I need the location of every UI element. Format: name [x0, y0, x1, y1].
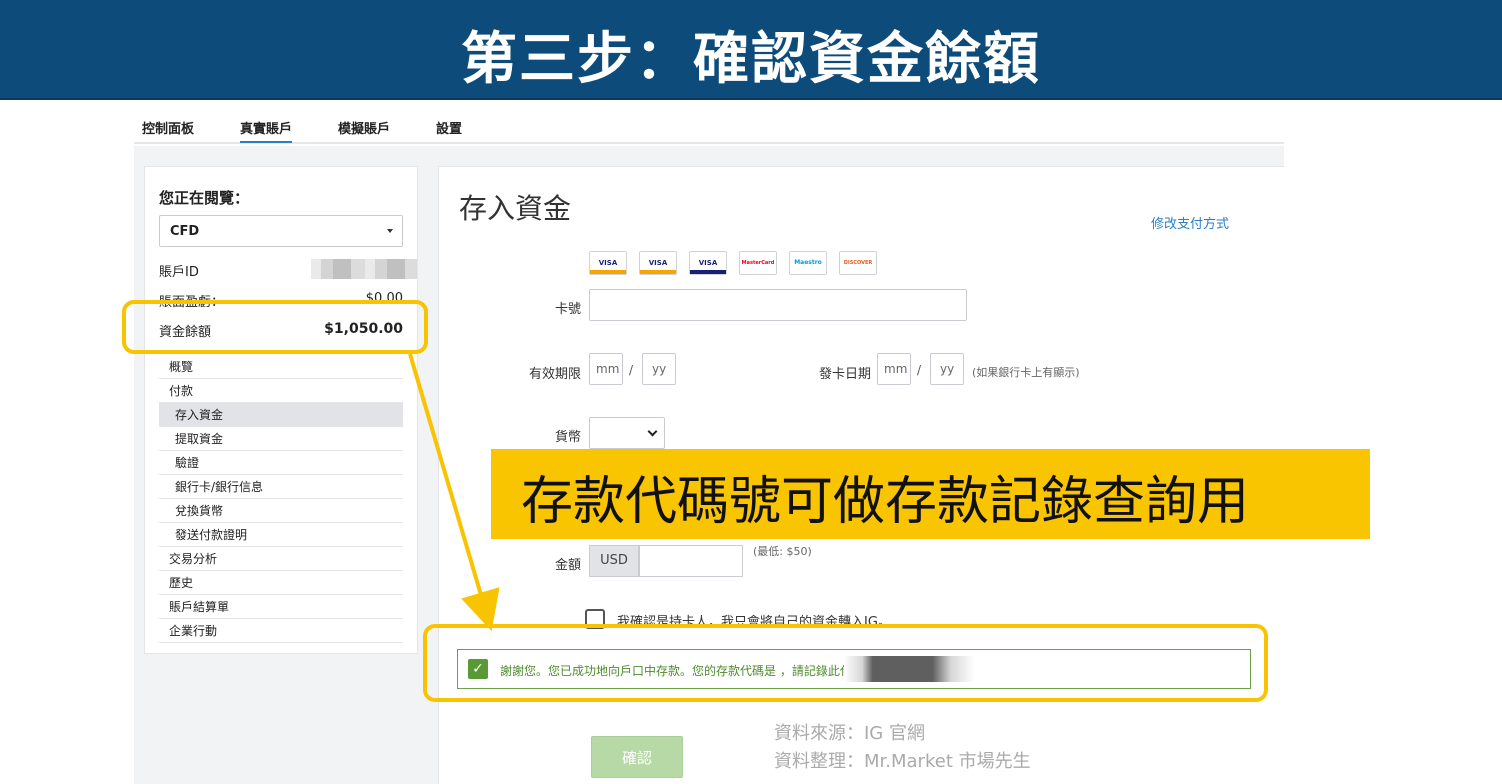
issue-year-placeholder: yy [940, 362, 955, 376]
expiry-month-placeholder: mm [596, 362, 620, 376]
tab-dashboard[interactable]: 控制面板 [142, 118, 194, 137]
sidebar-item-bank-cards[interactable]: 銀行卡/銀行信息 [159, 475, 403, 499]
account-sidebar: 您正在閱覽： CFD 賬戶ID 賬面盈虧： $0.00 資金餘額 $1,050.… [144, 166, 418, 654]
redacted-account-id [311, 259, 417, 279]
sidebar-item-deposit[interactable]: 存入資金 [159, 403, 403, 427]
mastercard-icon: MasterCard [739, 251, 777, 275]
header-banner: 第三步：確認資金餘額 [0, 0, 1502, 100]
top-navigation: 控制面板 真實賬戶 模擬賬戶 設置 [134, 108, 1284, 144]
visa-card-icon: VISA [639, 251, 677, 275]
source-line-1: 資料來源：IG 官網 [774, 723, 925, 744]
sidebar-item-exchange[interactable]: 兌換貨幣 [159, 499, 403, 523]
source-credit: 資料來源：IG 官網 資料整理：Mr.Market 市場先生 [774, 720, 1031, 776]
source-line-2: 資料整理：Mr.Market 市場先生 [774, 751, 1031, 772]
issue-date-hint: (如果銀行卡上有顯示) [972, 366, 1080, 379]
visa-card-icon: VISA [589, 251, 627, 275]
callout-text: 存款代碼號可做存款記錄查詢用 [521, 472, 1250, 532]
expiry-separator: / [629, 363, 634, 377]
sidebar-item-withdraw[interactable]: 提取資金 [159, 427, 403, 451]
amount-label: 金額 [554, 558, 581, 573]
sidebar-item-statements[interactable]: 賬戶結算單 [159, 595, 403, 619]
confirm-button[interactable]: 確認 [591, 736, 683, 778]
chevron-down-icon [647, 426, 658, 437]
expiry-year-input[interactable]: yy [642, 353, 676, 385]
issue-year-input[interactable]: yy [930, 353, 964, 385]
account-type-select[interactable]: CFD [159, 215, 403, 247]
card-number-label: 卡號 [554, 302, 581, 317]
sidebar-item-analysis[interactable]: 交易分析 [159, 547, 403, 571]
currency-select[interactable] [589, 417, 665, 449]
callout-box: 存款代碼號可做存款記錄查詢用 [491, 449, 1370, 539]
account-id-label: 賬戶ID [159, 265, 199, 280]
issue-date-label: 發卡日期 [818, 367, 871, 382]
tab-demo-account[interactable]: 模擬賬戶 [338, 118, 390, 137]
cardholder-confirm-text: 我確認是持卡人，我只會將自己的資金轉入IG。 [617, 615, 891, 625]
sidebar-item-overview[interactable]: 概覽 [159, 355, 403, 379]
banner-title: 第三步：確認資金餘額 [461, 27, 1041, 92]
viewing-heading: 您正在閱覽： [159, 189, 250, 207]
expiry-year-placeholder: yy [652, 362, 667, 376]
amount-input[interactable] [639, 545, 743, 577]
tab-settings[interactable]: 設置 [436, 118, 462, 137]
account-id-row: 賬戶ID [159, 255, 417, 283]
expiry-label: 有效期限 [528, 367, 581, 382]
page-title: 存入資金 [459, 192, 572, 225]
change-payment-link[interactable]: 修改支付方式 [1151, 213, 1229, 232]
discover-icon: DISCOVER [839, 251, 877, 275]
issue-month-input[interactable]: mm [877, 353, 911, 385]
sidebar-item-proof[interactable]: 發送付款證明 [159, 523, 403, 547]
tab-live-account[interactable]: 真實賬戶 [240, 118, 293, 143]
amount-minimum-hint: (最低: $50) [753, 545, 812, 558]
expiry-month-input[interactable]: mm [589, 353, 623, 385]
card-number-input[interactable] [589, 289, 967, 321]
sidebar-item-payments[interactable]: 付款 [159, 379, 403, 403]
sidebar-item-history[interactable]: 歷史 [159, 571, 403, 595]
sidebar-item-corporate[interactable]: 企業行動 [159, 619, 403, 643]
amount-currency-addon: USD [589, 545, 639, 577]
sidebar-item-verify[interactable]: 驗證 [159, 451, 403, 475]
visa-card-icon: VISA [689, 251, 727, 275]
issue-separator: / [917, 363, 922, 377]
currency-label: 貨幣 [554, 430, 581, 445]
balance-highlight [122, 300, 428, 354]
account-type-value: CFD [170, 224, 200, 239]
caret-down-icon [387, 229, 393, 233]
maestro-icon: Maestro [789, 251, 827, 275]
issue-month-placeholder: mm [884, 362, 908, 376]
success-highlight [423, 624, 1268, 702]
sidebar-menu: 概覽 付款 存入資金 提取資金 驗證 銀行卡/銀行信息 兌換貨幣 發送付款證明 … [159, 355, 403, 643]
